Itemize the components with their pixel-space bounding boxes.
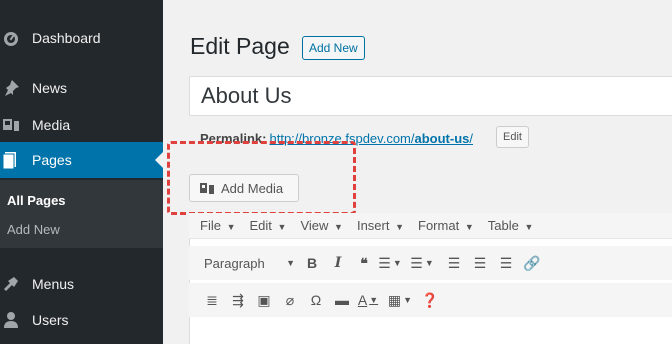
format-select[interactable]: Paragraph ▼ <box>204 252 299 274</box>
sidebar-item-news[interactable]: News <box>0 70 163 106</box>
page-title: Edit Page <box>190 33 290 59</box>
italic-icon[interactable]: I <box>325 250 351 276</box>
sidebar-item-label: Users <box>32 312 69 328</box>
active-indicator-arrow <box>155 152 163 168</box>
chevron-down-icon: ▼ <box>286 258 295 268</box>
menu-edit[interactable]: Edit ▼ <box>250 218 287 233</box>
table-icon[interactable]: ▦ ▼ <box>387 287 413 313</box>
pushpin-icon <box>2 79 20 97</box>
submenu-item-all-pages[interactable]: All Pages <box>7 193 66 208</box>
bullet-list-icon[interactable]: ☰ ▼ <box>377 250 403 276</box>
help-icon[interactable]: ❓ <box>417 287 443 313</box>
editor-toolbar-row-2: ≣ ⇶ ▣ ⌀ Ω ▬ A ▼ ▦ ▼ ❓ <box>189 283 672 317</box>
menu-insert[interactable]: Insert ▼ <box>357 218 404 233</box>
align-right-icon[interactable]: ☰ <box>493 250 519 276</box>
sidebar-item-label: News <box>32 80 68 96</box>
bold-icon[interactable]: B <box>299 250 325 276</box>
sidebar-item-label: Pages <box>32 152 72 168</box>
horizontal-line-icon[interactable]: ▬ <box>329 287 355 313</box>
media-icon <box>200 182 215 195</box>
submenu-item-add-new[interactable]: Add New <box>7 222 60 237</box>
editor-menubar: File ▼ Edit ▼ View ▼ Insert ▼ Format ▼ T… <box>189 213 672 239</box>
users-icon <box>2 311 20 329</box>
menu-file[interactable]: File ▼ <box>200 218 236 233</box>
format-select-value: Paragraph <box>204 255 265 271</box>
sidebar-item-label: Media <box>32 117 71 133</box>
paste-text-icon[interactable]: ▣ <box>251 287 277 313</box>
add-new-button[interactable]: Add New <box>302 36 365 60</box>
sidebar-item-media[interactable]: Media <box>0 107 163 143</box>
blockquote-icon[interactable]: ❝ <box>351 250 377 276</box>
permalink-slug: about-us <box>414 131 470 146</box>
permalink-row: Permalink: http://bronze.fspdev.com/abou… <box>200 131 473 146</box>
special-character-icon[interactable]: Ω <box>303 287 329 313</box>
clear-formatting-icon[interactable]: ⌀ <box>277 287 303 313</box>
sidebar-item-users[interactable]: Users <box>0 302 163 338</box>
edit-permalink-button[interactable]: Edit <box>496 126 529 148</box>
dashboard-icon <box>2 29 20 47</box>
editor-toolbar-row-1: Paragraph ▼ B I ❝ ☰ ▼ ☰ ▼ ☰ ☰ ☰ 🔗 <box>189 246 672 280</box>
sidebar-item-dashboard[interactable]: Dashboard <box>0 20 163 56</box>
menu-format[interactable]: Format ▼ <box>418 218 474 233</box>
text-color-icon[interactable]: A ▼ <box>355 287 381 313</box>
permalink-trailing: / <box>469 131 473 146</box>
menu-table[interactable]: Table ▼ <box>488 218 534 233</box>
pages-icon <box>2 151 20 169</box>
add-media-button[interactable]: Add Media <box>189 174 299 202</box>
admin-sidebar: Dashboard News Media Pages All Pages Add… <box>0 0 163 344</box>
link-icon[interactable]: 🔗 <box>519 250 545 276</box>
post-title-input[interactable]: About Us <box>189 76 672 116</box>
menus-icon <box>2 275 20 293</box>
sidebar-item-label: Menus <box>32 276 75 292</box>
sidebar-item-label: Dashboard <box>32 30 101 46</box>
sidebar-item-menus[interactable]: Menus <box>0 266 163 302</box>
numbered-list-icon[interactable]: ☰ ▼ <box>409 250 435 276</box>
align-center-icon[interactable]: ☰ <box>467 250 493 276</box>
strikethrough-icon[interactable]: ≣ <box>199 287 225 313</box>
add-media-label: Add Media <box>221 180 284 196</box>
media-icon <box>2 116 20 134</box>
align-left-icon[interactable]: ☰ <box>441 250 467 276</box>
indent-icon[interactable]: ⇶ <box>225 287 251 313</box>
sidebar-item-pages[interactable]: Pages <box>0 142 163 178</box>
permalink-link[interactable]: http://bronze.fspdev.com/about-us/ <box>269 131 473 146</box>
menu-view[interactable]: View ▼ <box>300 218 343 233</box>
permalink-base: http://bronze.fspdev.com/ <box>269 131 415 146</box>
permalink-label: Permalink: <box>200 131 267 146</box>
pages-submenu: All Pages Add New <box>0 180 163 248</box>
